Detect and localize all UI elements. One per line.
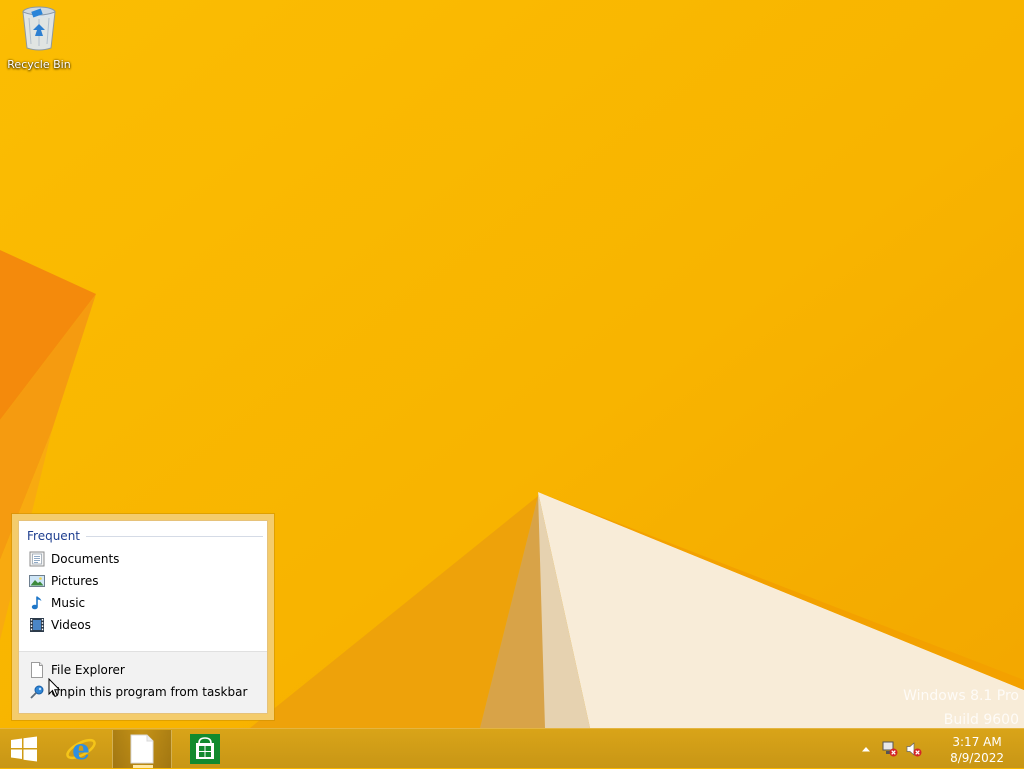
svg-text:e: e — [72, 733, 90, 765]
jump-list-item-documents[interactable]: Documents — [19, 548, 267, 570]
watermark-edition: Windows 8.1 Pro — [903, 688, 1019, 704]
music-library-icon — [31, 596, 42, 610]
jump-list-item-music[interactable]: Music — [19, 592, 267, 614]
jump-list-task-label: Unpin this program from taskbar — [51, 685, 248, 699]
clock-time: 3:17 AM — [952, 735, 1002, 749]
taskbar: e 3:17 AM 8/9/2022 — [0, 728, 1024, 768]
jump-list-item-label: Music — [51, 596, 86, 610]
file-explorer-icon — [130, 734, 154, 764]
jump-list-item-label: Pictures — [51, 574, 99, 588]
show-hidden-icons-chevron-icon — [862, 747, 870, 752]
internet-explorer-icon: e — [66, 733, 96, 765]
videos-library-icon — [30, 618, 44, 632]
network-status-button[interactable] — [882, 741, 898, 757]
windows-logo-icon — [11, 736, 37, 762]
volume-button[interactable] — [906, 741, 922, 757]
start-button[interactable] — [4, 730, 44, 768]
jump-list-item-pictures[interactable]: Pictures — [19, 570, 267, 592]
pictures-library-icon — [29, 575, 45, 587]
jump-list-task-file-explorer[interactable]: File Explorer — [19, 659, 267, 681]
file-explorer-icon — [31, 662, 43, 678]
jump-list-item-label: Videos — [51, 618, 91, 632]
recycle-bin-desktop-icon[interactable]: Recycle Bin — [4, 4, 74, 76]
jump-list-item-videos[interactable]: Videos — [19, 614, 267, 636]
clock-date: 8/9/2022 — [950, 751, 1004, 765]
jump-list-task-unpin[interactable]: Unpin this program from taskbar — [19, 681, 267, 703]
jump-list-tasks: File Explorer Unpin this program from ta… — [19, 651, 267, 713]
documents-library-icon — [29, 551, 45, 567]
unpin-icon — [30, 685, 44, 699]
notification-area: 3:17 AM 8/9/2022 — [854, 729, 1024, 769]
store-icon — [190, 734, 220, 764]
show-hidden-icons-button[interactable] — [858, 741, 874, 757]
jump-list-heading-frequent: Frequent — [27, 529, 80, 543]
taskbar-file-explorer-button[interactable] — [112, 730, 172, 768]
taskbar-internet-explorer-button[interactable]: e — [60, 730, 102, 768]
recycle-bin-label: Recycle Bin — [7, 58, 71, 71]
jump-list-heading-divider — [86, 536, 263, 537]
windows-version-watermark: Windows 8.1 Pro Build 9600 — [903, 684, 1019, 732]
speaker-muted-icon — [906, 742, 922, 757]
recycle-bin-icon — [22, 6, 56, 51]
jump-list-task-label: File Explorer — [51, 663, 125, 677]
file-explorer-jump-list: Frequent Documents Pictures Music Videos… — [12, 514, 274, 720]
jump-list-item-label: Documents — [51, 552, 120, 566]
taskbar-clock[interactable]: 3:17 AM 8/9/2022 — [950, 734, 1004, 766]
network-disconnected-icon — [882, 741, 898, 757]
taskbar-store-button[interactable] — [184, 730, 226, 768]
